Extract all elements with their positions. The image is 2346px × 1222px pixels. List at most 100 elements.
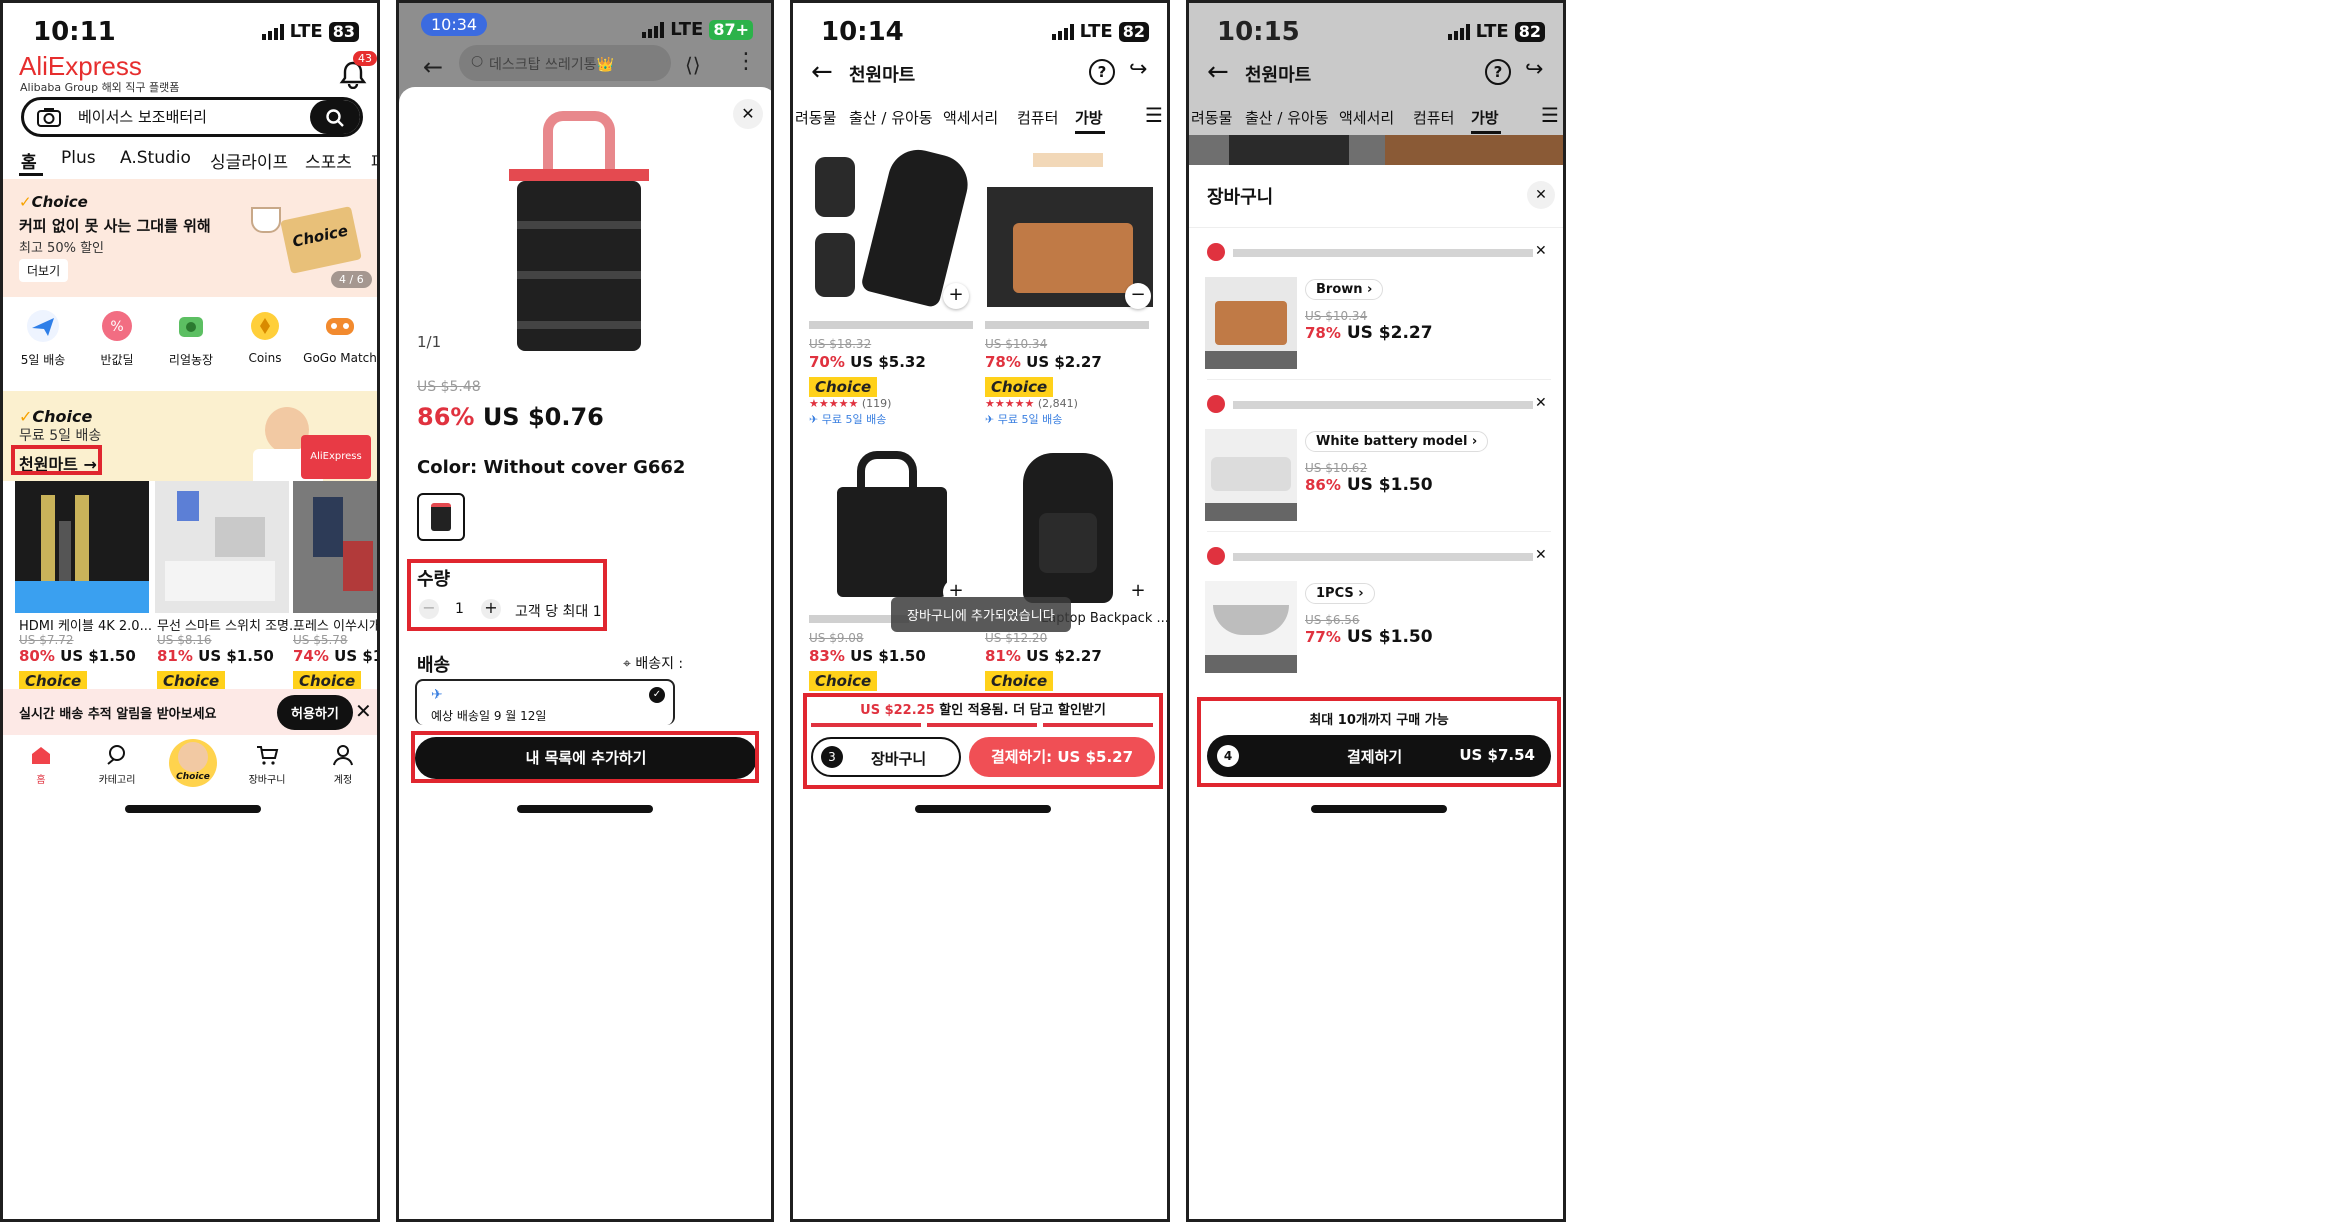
product-title-blurred [809, 321, 973, 329]
choice-banner[interactable]: ✓Choice 커피 없이 못 사는 그대를 위해 최고 50% 할인 더보기 … [3, 179, 377, 297]
tab-computer[interactable]: 컴퓨터 [1017, 107, 1058, 128]
tab-astudio[interactable]: A.Studio [120, 148, 191, 168]
product-title[interactable]: 프레스 이쑤시개 튜 [293, 615, 377, 634]
tab-pets[interactable]: 려동물 [795, 107, 836, 128]
quick-icon-real-farm[interactable]: 리얼농장 [155, 309, 227, 368]
variant-selector[interactable]: White battery model › [1305, 431, 1489, 452]
product-price: 81% US $2.27 [985, 647, 1102, 665]
remove-from-cart-icon[interactable]: − [1125, 283, 1151, 309]
item-image-pouch[interactable] [1205, 581, 1297, 673]
allow-button[interactable]: 허용하기 [277, 695, 353, 730]
color-option-without-cover[interactable] [417, 493, 465, 541]
nav-choice[interactable]: Choice [169, 739, 217, 787]
item-image-brown-sleeve[interactable] [1205, 277, 1297, 369]
share-icon[interactable]: ↪ [1525, 57, 1543, 82]
item-image-battery[interactable] [1205, 429, 1297, 521]
product-image-tote-bag[interactable]: + [807, 443, 973, 609]
product-image-toothpick[interactable] [293, 481, 377, 613]
product-image-laptop-sleeve[interactable]: − [983, 147, 1155, 313]
tab-baby[interactable]: 출산 / 유아동 [1245, 107, 1329, 128]
item-select-checkbox[interactable] [1207, 243, 1225, 261]
share-icon[interactable]: ↪ [1129, 57, 1147, 82]
tab-plus[interactable]: Plus [61, 148, 96, 168]
quick-icon-label: 리얼농장 [168, 353, 214, 367]
tab-pets[interactable]: 려동물 [1191, 107, 1232, 128]
nav-account[interactable]: 계정 [323, 743, 363, 786]
remove-item-icon[interactable]: ✕ [1535, 395, 1547, 411]
notification-text: 실시간 배송 추적 알림을 받아보세요 [19, 707, 217, 722]
menu-icon[interactable]: ☰ [1541, 103, 1559, 127]
quick-icon-gogo-match[interactable]: GoGo Match [303, 309, 377, 365]
variant-selector[interactable]: 1PCS › [1305, 583, 1375, 604]
category-tabs: 려동물 출산 / 유아동 액세서리 컴퓨터 가방 ☰ [793, 103, 1167, 134]
item-select-checkbox[interactable] [1207, 547, 1225, 565]
item-title-blurred [1233, 553, 1533, 561]
bell-icon[interactable]: 43 [339, 51, 377, 90]
banner-title: 커피 없이 못 사는 그대를 위해 [19, 217, 211, 235]
delivery-option-card[interactable]: ✈ ✓ 예상 배송일 9 월 12일 [415, 679, 675, 725]
tab-sports[interactable]: 스포츠 [305, 148, 352, 173]
close-sheet-button[interactable]: ✕ [1527, 181, 1555, 209]
camera-icon[interactable] [36, 106, 62, 128]
add-to-cart-icon[interactable]: + [943, 283, 969, 309]
signal-icon [642, 21, 665, 38]
highlight-quantity [407, 559, 607, 631]
product-image-hdmi[interactable] [15, 481, 149, 613]
quick-icon-coins[interactable]: Coins [229, 309, 301, 365]
item-select-checkbox[interactable] [1207, 395, 1225, 413]
back-arrow-icon[interactable]: ← [423, 53, 443, 81]
search-button[interactable] [310, 100, 360, 134]
product-original-price: US $5.78 [293, 633, 348, 647]
tab-single-life[interactable]: 싱글라이프 [210, 148, 288, 173]
product-title[interactable]: 무선 스마트 스위치 조명... [157, 615, 301, 634]
status-indicators: LTE 82 [1447, 21, 1545, 42]
ship-to-selector[interactable]: ⌖ 배송지 : [623, 653, 683, 673]
product-original-price: US $8.16 [157, 633, 212, 647]
tab-computer[interactable]: 컴퓨터 [1413, 107, 1454, 128]
search-bar[interactable]: 베이서스 보조배터리 [21, 97, 363, 137]
choice-box-image: Choice [280, 206, 362, 274]
tab-accessories[interactable]: 액세서리 [1339, 107, 1394, 128]
back-arrow-icon[interactable]: ← [811, 57, 833, 87]
close-icon[interactable]: ✕ [355, 699, 372, 723]
search-input[interactable]: 베이서스 보조배터리 [78, 106, 207, 127]
remove-item-icon[interactable]: ✕ [1535, 547, 1547, 563]
share-icon[interactable]: ⟨⟩ [685, 53, 701, 77]
choice-tag: Choice [809, 377, 878, 397]
product-title[interactable]: HDMI 케이블 4K 2.0... [19, 615, 152, 634]
more-options-icon[interactable]: ⋮ [735, 49, 757, 74]
tab-baby[interactable]: 출산 / 유아동 [849, 107, 933, 128]
product-original-price: US $12.20 [985, 631, 1048, 645]
battery-icon: 87+ [709, 19, 753, 40]
notification-badge: 43 [353, 51, 377, 66]
tab-bags[interactable]: 가방 [1471, 107, 1499, 128]
product-image-switch[interactable] [155, 481, 289, 613]
add-to-cart-icon[interactable]: + [1125, 579, 1151, 605]
help-icon[interactable]: ? [1089, 59, 1115, 85]
tab-bags[interactable]: 가방 [1075, 107, 1103, 128]
more-button[interactable]: 더보기 [19, 259, 69, 282]
tab-underline [19, 173, 43, 176]
variant-selector[interactable]: Brown › [1305, 279, 1384, 300]
product-image-trash-can[interactable] [509, 111, 649, 361]
product-image-backpack[interactable]: + [983, 443, 1155, 609]
search-input[interactable]: ○ 데스크탑 쓰레기통👑 [459, 45, 671, 81]
help-icon[interactable]: ? [1485, 59, 1511, 85]
tab-more[interactable]: 파 [371, 148, 377, 173]
nav-category[interactable]: 카테고리 [95, 743, 139, 786]
tab-accessories[interactable]: 액세서리 [943, 107, 998, 128]
network-label: LTE [670, 19, 704, 40]
shipping-badge: ✈ 무료 5일 배송 [985, 413, 1063, 426]
nav-cart[interactable]: 장바구니 [245, 743, 289, 786]
banner-pagination: 4 / 6 [331, 271, 372, 288]
back-arrow-icon[interactable]: ← [1207, 57, 1229, 87]
close-sheet-button[interactable]: ✕ [733, 99, 763, 129]
remove-item-icon[interactable]: ✕ [1535, 243, 1547, 259]
product-image-sling-bag[interactable]: + [807, 143, 974, 313]
nav-home[interactable]: 홈 [21, 743, 61, 786]
quick-icon-5day-shipping[interactable]: 5일 배송 [7, 309, 79, 368]
image-counter: 1/1 [417, 333, 442, 351]
menu-icon[interactable]: ☰ [1145, 103, 1163, 127]
tab-home[interactable]: 홈 [21, 148, 37, 173]
quick-icon-half-price[interactable]: % 반값딜 [81, 309, 153, 368]
